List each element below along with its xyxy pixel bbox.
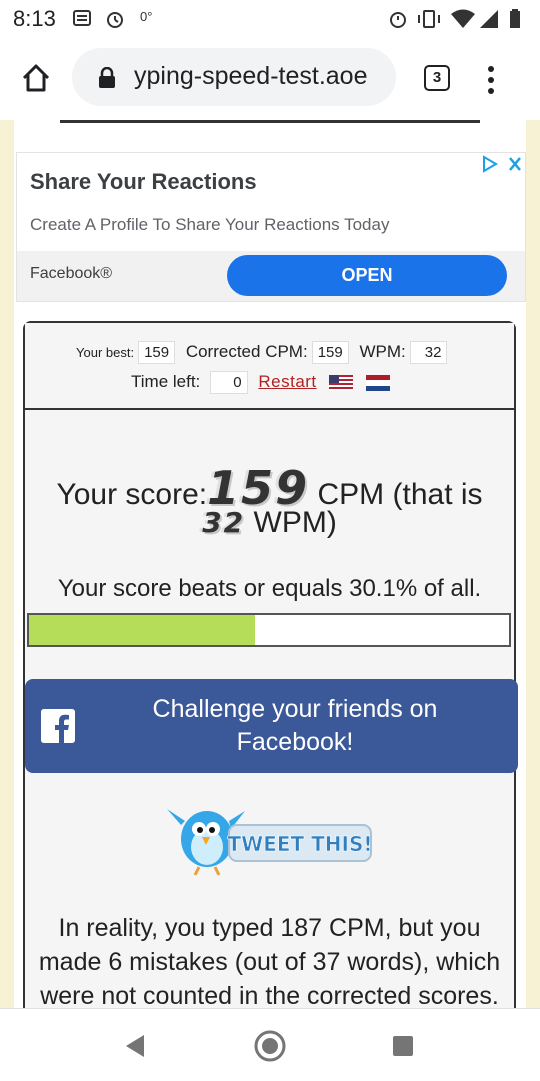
alarm-icon [390, 12, 406, 28]
web-page: Share Your Reactions Create A Profile To… [0, 120, 540, 1008]
time-left-label: Time left: [131, 372, 201, 391]
tab-switcher-button[interactable]: 3 [424, 65, 450, 91]
lock-icon [99, 67, 115, 88]
ad-advertiser: Facebook® [30, 265, 113, 282]
cpm-label: Corrected CPM: [185, 342, 308, 361]
system-nav-bar [0, 1008, 540, 1081]
wpm-value: 32 [409, 341, 448, 364]
cpm-value: 159 [311, 341, 349, 364]
time-left-value: 0 [210, 371, 248, 394]
tweet-this-label: TWEET THIS! [228, 832, 373, 856]
temperature-text: 0° [140, 9, 153, 24]
ad-footer: Facebook® OPEN [17, 251, 525, 301]
ad-banner[interactable]: Share Your Reactions Create A Profile To… [16, 152, 526, 302]
browser-toolbar: yping-speed-test.aoe 3 [0, 38, 540, 120]
typing-test-panel: Your best: 159 Corrected CPM: 159 WPM: 32 T… [23, 321, 518, 1008]
vibrate-icon [418, 10, 440, 28]
home-icon[interactable] [18, 60, 54, 96]
ad-title[interactable]: Share Your Reactions [30, 169, 257, 195]
text-area-bottom-edge [60, 120, 480, 123]
netherlands-flag-icon[interactable] [366, 374, 391, 391]
overflow-menu-icon[interactable] [488, 66, 496, 99]
score-line-2: 32 WPM) [25, 506, 514, 540]
wpm-label: WPM: [359, 342, 406, 361]
news-icon [73, 10, 91, 26]
facebook-challenge-label: Challenge your friends on Facebook! [152, 695, 438, 756]
restart-link[interactable]: Restart [258, 372, 316, 391]
home-nav-icon[interactable] [252, 1028, 288, 1064]
battery-icon [510, 9, 520, 28]
ad-subtitle: Create A Profile To Share Your Reactions… [30, 215, 390, 234]
recents-icon[interactable] [391, 1034, 415, 1058]
alarm-icon [107, 12, 123, 28]
status-time: 8:13 [13, 6, 56, 31]
score-wpm-suffix: WPM) [253, 506, 337, 539]
tweet-this-button[interactable]: TWEET THIS! [165, 795, 375, 879]
percentile-bar-fill [29, 615, 256, 645]
stats-row-2: Time left: 0 Restart [131, 371, 391, 394]
ad-choices-icon[interactable] [480, 153, 526, 175]
signal-icon [480, 10, 498, 28]
stats-bar: Your best: 159 Corrected CPM: 159 WPM: 32 T… [25, 323, 514, 410]
stats-row-1: Your best: 159 Corrected CPM: 159 WPM: 32 [76, 341, 453, 364]
status-bar: 8:13 0° [0, 0, 540, 38]
best-label: Your best: [76, 345, 135, 360]
address-bar[interactable]: yping-speed-test.aoe [72, 48, 396, 106]
percentile-bar [27, 613, 511, 647]
ad-open-button[interactable]: OPEN [227, 255, 507, 296]
url-text: yping-speed-test.aoe [134, 62, 368, 90]
best-value: 159 [138, 341, 176, 364]
facebook-icon [41, 709, 75, 743]
reality-text: In reality, you typed 187 CPM, but you m… [38, 914, 501, 1008]
us-flag-icon[interactable] [329, 374, 354, 391]
facebook-challenge-button[interactable]: Challenge your friends on Facebook! [25, 679, 518, 773]
percentile-text: Your score beats or equals 30.1% of all. [57, 575, 482, 602]
score-wpm-number: 32 [202, 506, 246, 539]
back-icon[interactable] [122, 1033, 148, 1059]
wifi-icon [451, 9, 475, 28]
